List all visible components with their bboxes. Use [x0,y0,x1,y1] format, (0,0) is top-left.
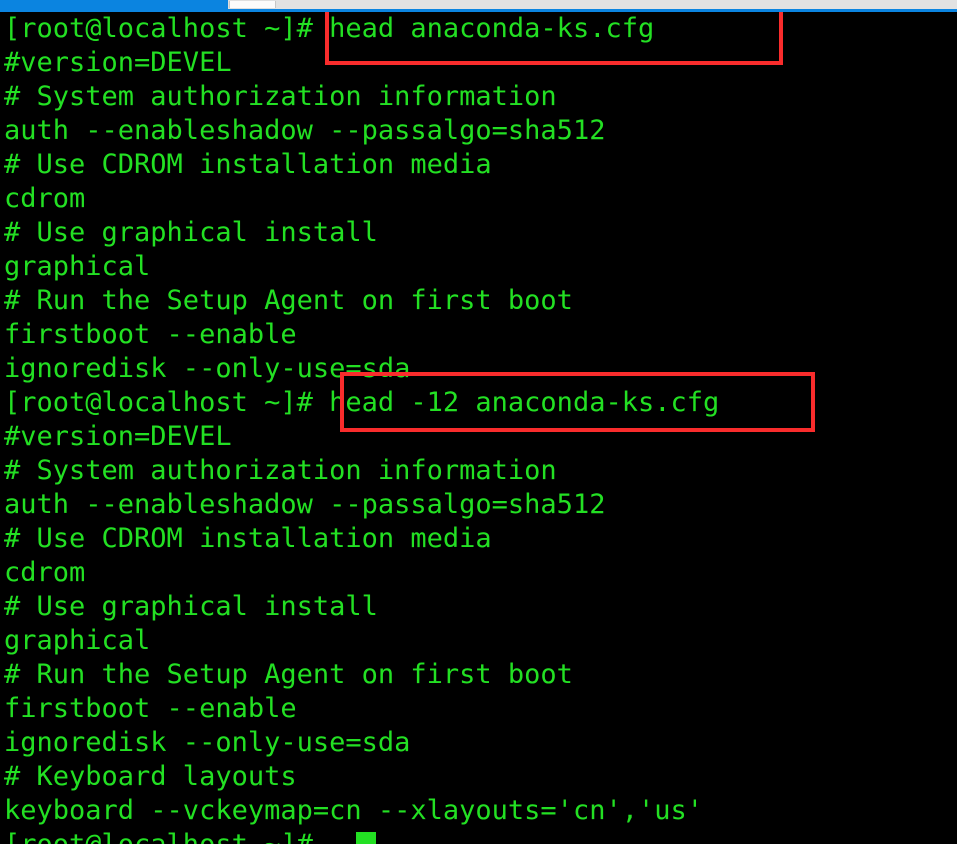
terminal-line: # Use CDROM installation media [4,523,492,554]
terminal-line: keyboard --vckeymap=cn --xlayouts='cn','… [4,795,703,826]
progress-track [276,0,957,9]
terminal-line: # Keyboard layouts [4,761,297,792]
annotation-box-head-command [325,8,783,65]
terminal-line: #version=DEVEL [4,47,232,78]
terminal-line: # Use graphical install [4,217,378,248]
terminal-line: firstboot --enable [4,319,297,350]
terminal-line: # System authorization information [4,81,557,112]
block-cursor [356,832,376,844]
terminal-line: cdrom [4,183,86,214]
terminal-line: graphical [4,625,151,656]
terminal-prompt-line: [root@localhost ~]# [4,828,313,844]
progress-fill [0,0,228,9]
window-top-bar [0,0,957,9]
terminal-line: # System authorization information [4,455,557,486]
terminal-screenshot: [root@localhost ~]# head anaconda-ks.cfg… [0,0,957,844]
terminal-line: auth --enableshadow --passalgo=sha512 [4,115,606,146]
terminal-line: # Run the Setup Agent on first boot [4,285,573,316]
terminal-line: # Run the Setup Agent on first boot [4,659,573,690]
terminal-line: #version=DEVEL [4,421,232,452]
terminal-line: cdrom [4,557,86,588]
terminal-line: # Use CDROM installation media [4,149,492,180]
terminal-line: firstboot --enable [4,693,297,724]
terminal-line: ignoredisk --only-use=sda [4,727,411,758]
annotation-box-head-12-command [340,372,815,432]
window-accent-rule [0,9,957,12]
scrollbar-thumb[interactable] [229,1,276,8]
terminal-line: # Use graphical install [4,591,378,622]
terminal-line: graphical [4,251,151,282]
terminal-line: auth --enableshadow --passalgo=sha512 [4,489,606,520]
